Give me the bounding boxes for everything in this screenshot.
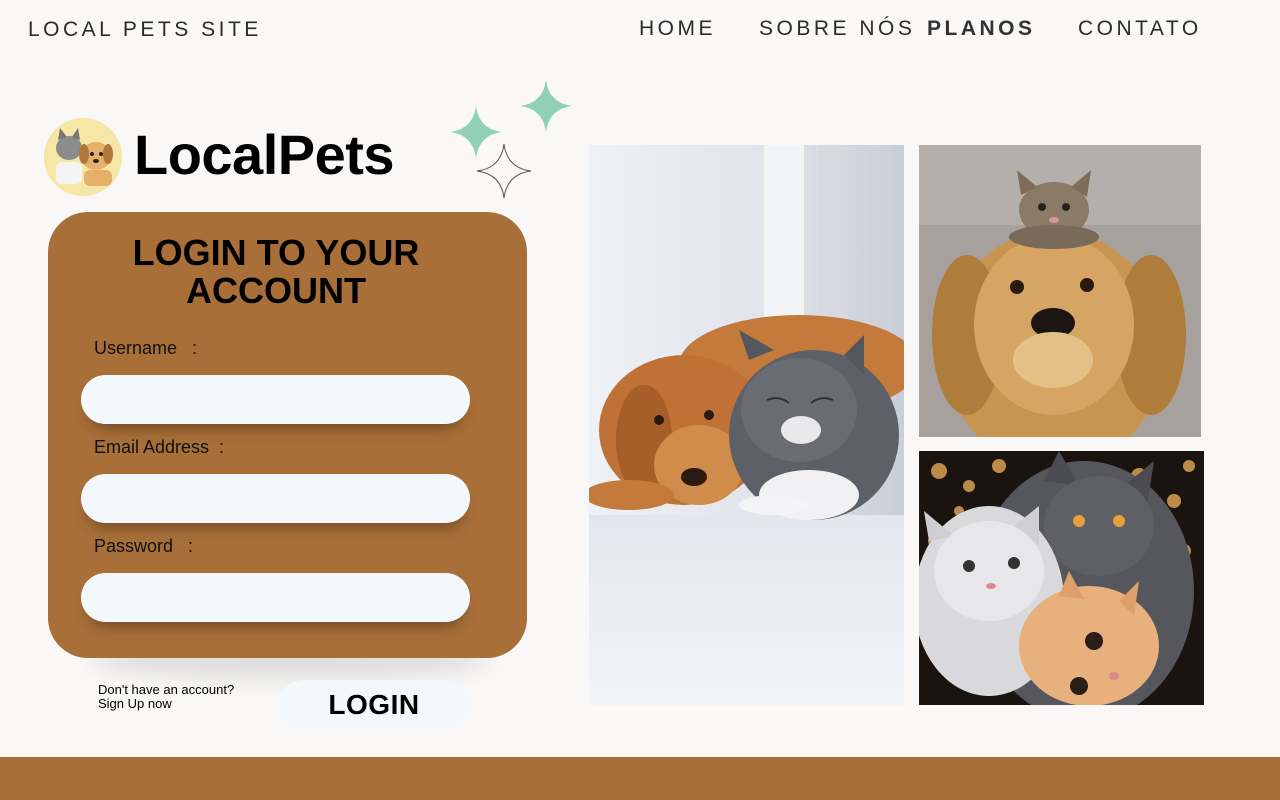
signup-now-text: Sign Up now [98,696,172,711]
login-button[interactable]: LOGIN [278,680,470,730]
signup-prompt: Don't have an account? [98,682,235,697]
username-field[interactable] [81,375,470,424]
nav-sobre-nos[interactable]: SOBRE NÓS [759,17,915,41]
login-form: LOGIN TO YOUR ACCOUNT Username : Email A… [48,212,527,658]
brand-name: LocalPets [134,123,395,186]
password-label: Password : [94,536,194,556]
password-field[interactable] [81,573,470,622]
signup-link[interactable]: Don't have an account? Sign Up now [98,683,234,711]
nav-contato[interactable]: CONTATO [1078,17,1202,41]
email-label: Email Address : [94,437,225,457]
sparkle-icon [520,80,572,132]
login-heading: LOGIN TO YOUR ACCOUNT [132,232,420,311]
site-title: LOCAL PETS SITE [28,18,262,41]
dog-and-cat-photo [589,145,904,705]
footer-bar [0,757,1280,800]
nav-home[interactable]: HOME [639,17,716,41]
nav-planos[interactable]: PLANOS [927,17,1036,41]
sparkle-outline-icon [476,143,532,199]
three-cats-photo [919,451,1204,705]
kitten-on-dog-photo [919,145,1201,437]
pets-logo-icon [44,118,122,196]
email-field[interactable] [81,474,470,523]
username-label: Username : [94,338,198,358]
